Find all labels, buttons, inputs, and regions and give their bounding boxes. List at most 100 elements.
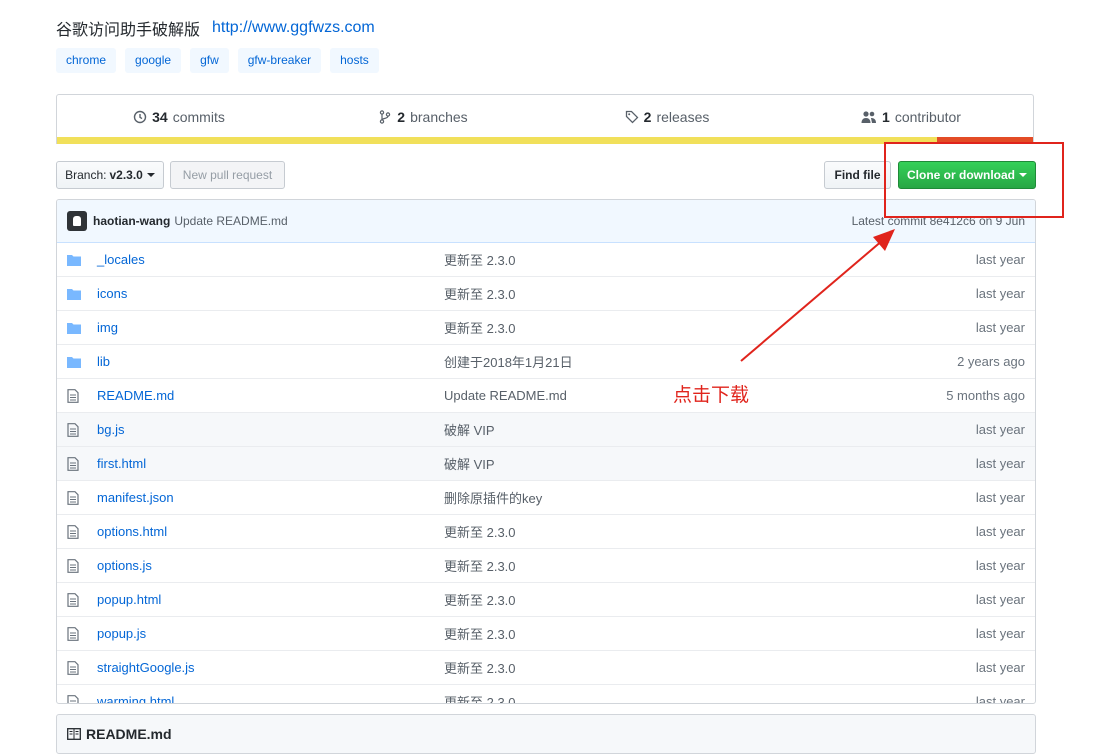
history-icon: [133, 110, 147, 123]
commit-message[interactable]: Update README.md: [174, 214, 287, 228]
commit-message-link[interactable]: 更新至 2.3.0: [444, 556, 875, 575]
file-row[interactable]: first.html 破解 VIP last year: [57, 446, 1035, 480]
topic-tag[interactable]: gfw: [190, 48, 229, 73]
file-row[interactable]: popup.html 更新至 2.3.0 last year: [57, 582, 1035, 616]
file-name-link[interactable]: bg.js: [97, 422, 444, 437]
file-name-link[interactable]: img: [97, 320, 444, 335]
commit-message-link[interactable]: 更新至 2.3.0: [444, 692, 875, 703]
branch-select-button[interactable]: Branch: v2.3.0: [56, 161, 164, 189]
file-row[interactable]: manifest.json 删除原插件的key last year: [57, 480, 1035, 514]
topic-tag[interactable]: google: [125, 48, 182, 73]
repo-website-link[interactable]: http://www.ggfwzs.com: [212, 19, 375, 37]
contributors-label: contributor: [894, 108, 961, 125]
file-row[interactable]: bg.js 破解 VIP last year: [57, 412, 1035, 446]
commit-message-link[interactable]: 更新至 2.3.0: [444, 284, 875, 303]
commit-age: last year: [975, 626, 1025, 641]
file-row[interactable]: warming.html 更新至 2.3.0 last year: [57, 684, 1035, 704]
file-icon: [57, 558, 97, 573]
find-file-button[interactable]: Find file: [824, 161, 891, 189]
file-row[interactable]: straightGoogle.js 更新至 2.3.0 last year: [57, 650, 1035, 684]
folder-row[interactable]: icons 更新至 2.3.0 last year: [57, 276, 1035, 310]
commit-message-link[interactable]: 删除原插件的key: [444, 488, 875, 507]
branches-link[interactable]: 2 branches: [301, 95, 545, 138]
repo-description: 谷歌访问助手破解版: [56, 22, 201, 39]
commit-age: last year: [975, 456, 1025, 471]
tag-icon: [625, 110, 639, 123]
file-icon: [57, 524, 97, 539]
commit-message-link[interactable]: 更新至 2.3.0: [444, 590, 875, 609]
branches-label: branches: [410, 108, 468, 125]
file-icon: [57, 626, 97, 641]
file-name-link[interactable]: README.md: [97, 388, 444, 403]
commits-link[interactable]: 34 commits: [57, 95, 301, 138]
file-name-link[interactable]: popup.html: [97, 592, 444, 607]
folder-icon: [57, 288, 97, 300]
file-name-link[interactable]: _locales: [97, 252, 444, 267]
readme-title: README.md: [86, 726, 172, 742]
releases-link[interactable]: 2 releases: [545, 95, 789, 138]
file-row[interactable]: options.html 更新至 2.3.0 last year: [57, 514, 1035, 548]
commit-message-link[interactable]: 更新至 2.3.0: [444, 522, 875, 541]
releases-label: releases: [656, 108, 710, 125]
commits-count: 34: [152, 108, 168, 125]
commit-message-link[interactable]: 更新至 2.3.0: [444, 318, 875, 337]
annotation-label: 点击下载: [673, 385, 750, 406]
commit-age: last year: [975, 524, 1025, 539]
commit-age: last year: [975, 592, 1025, 607]
commit-message-link[interactable]: 破解 VIP: [444, 420, 875, 439]
commits-label: commits: [172, 108, 225, 125]
file-icon: [57, 490, 97, 505]
file-name-link[interactable]: first.html: [97, 456, 444, 471]
commit-message-link[interactable]: 更新至 2.3.0: [444, 658, 875, 677]
commit-age: last year: [975, 286, 1025, 301]
book-icon: [67, 728, 81, 740]
topic-tag[interactable]: chrome: [56, 48, 117, 73]
file-row[interactable]: popup.js 更新至 2.3.0 last year: [57, 616, 1035, 650]
file-row[interactable]: options.js 更新至 2.3.0 last year: [57, 548, 1035, 582]
repo-numbers-summary: 34 commits 2 branches 2 releases 1 contr…: [56, 94, 1034, 144]
branch-prefix: Branch:: [65, 168, 107, 182]
commit-message-link[interactable]: Update README.md: [444, 388, 875, 403]
file-name-link[interactable]: warming.html: [97, 694, 444, 703]
file-icon: [57, 592, 97, 607]
commit-message-link[interactable]: 更新至 2.3.0: [444, 624, 875, 643]
repo-description-line: 谷歌访问助手破解版 http://www.ggfwzs.com: [56, 17, 375, 39]
commit-age: last year: [975, 320, 1025, 335]
branches-count: 2: [397, 108, 406, 125]
file-icon: [57, 422, 97, 437]
contributors-link[interactable]: 1 contributor: [789, 95, 1033, 138]
new-pull-request-button[interactable]: New pull request: [170, 161, 285, 189]
commit-age: last year: [975, 694, 1025, 704]
topic-tag[interactable]: gfw-breaker: [237, 48, 322, 73]
commit-age: last year: [975, 558, 1025, 573]
file-row[interactable]: README.md Update README.md 5 months ago: [57, 378, 1035, 412]
file-icon: [57, 388, 97, 403]
file-name-link[interactable]: icons: [97, 286, 444, 301]
file-browser: haotian-wang Update README.md Latest com…: [56, 199, 1036, 704]
file-name-link[interactable]: straightGoogle.js: [97, 660, 444, 675]
releases-count: 2: [643, 108, 652, 125]
file-name-link[interactable]: options.js: [97, 558, 444, 573]
folder-row[interactable]: lib 创建于2018年1月21日 2 years ago: [57, 344, 1035, 378]
file-name-link[interactable]: options.html: [97, 524, 444, 539]
file-name-link[interactable]: popup.js: [97, 626, 444, 641]
commit-age: last year: [975, 660, 1025, 675]
commit-age: 5 months ago: [946, 388, 1025, 403]
people-icon: [861, 110, 877, 123]
topic-tag[interactable]: hosts: [330, 48, 379, 73]
commit-author[interactable]: haotian-wang: [93, 214, 170, 228]
commit-age: last year: [975, 422, 1025, 437]
folder-row[interactable]: img 更新至 2.3.0 last year: [57, 310, 1035, 344]
commit-age: last year: [975, 490, 1025, 505]
file-name-link[interactable]: lib: [97, 354, 444, 369]
topic-list: chrome google gfw gfw-breaker hosts: [56, 48, 379, 73]
author-avatar[interactable]: [67, 211, 87, 231]
folder-row[interactable]: _locales 更新至 2.3.0 last year: [57, 243, 1035, 276]
commit-message-link[interactable]: 破解 VIP: [444, 454, 875, 473]
contributors-count: 1: [882, 108, 890, 125]
file-name-link[interactable]: manifest.json: [97, 490, 444, 505]
folder-icon: [57, 254, 97, 266]
branch-icon: [380, 109, 391, 124]
commit-message-link[interactable]: 创建于2018年1月21日: [444, 352, 875, 371]
commit-message-link[interactable]: 更新至 2.3.0: [444, 250, 875, 269]
